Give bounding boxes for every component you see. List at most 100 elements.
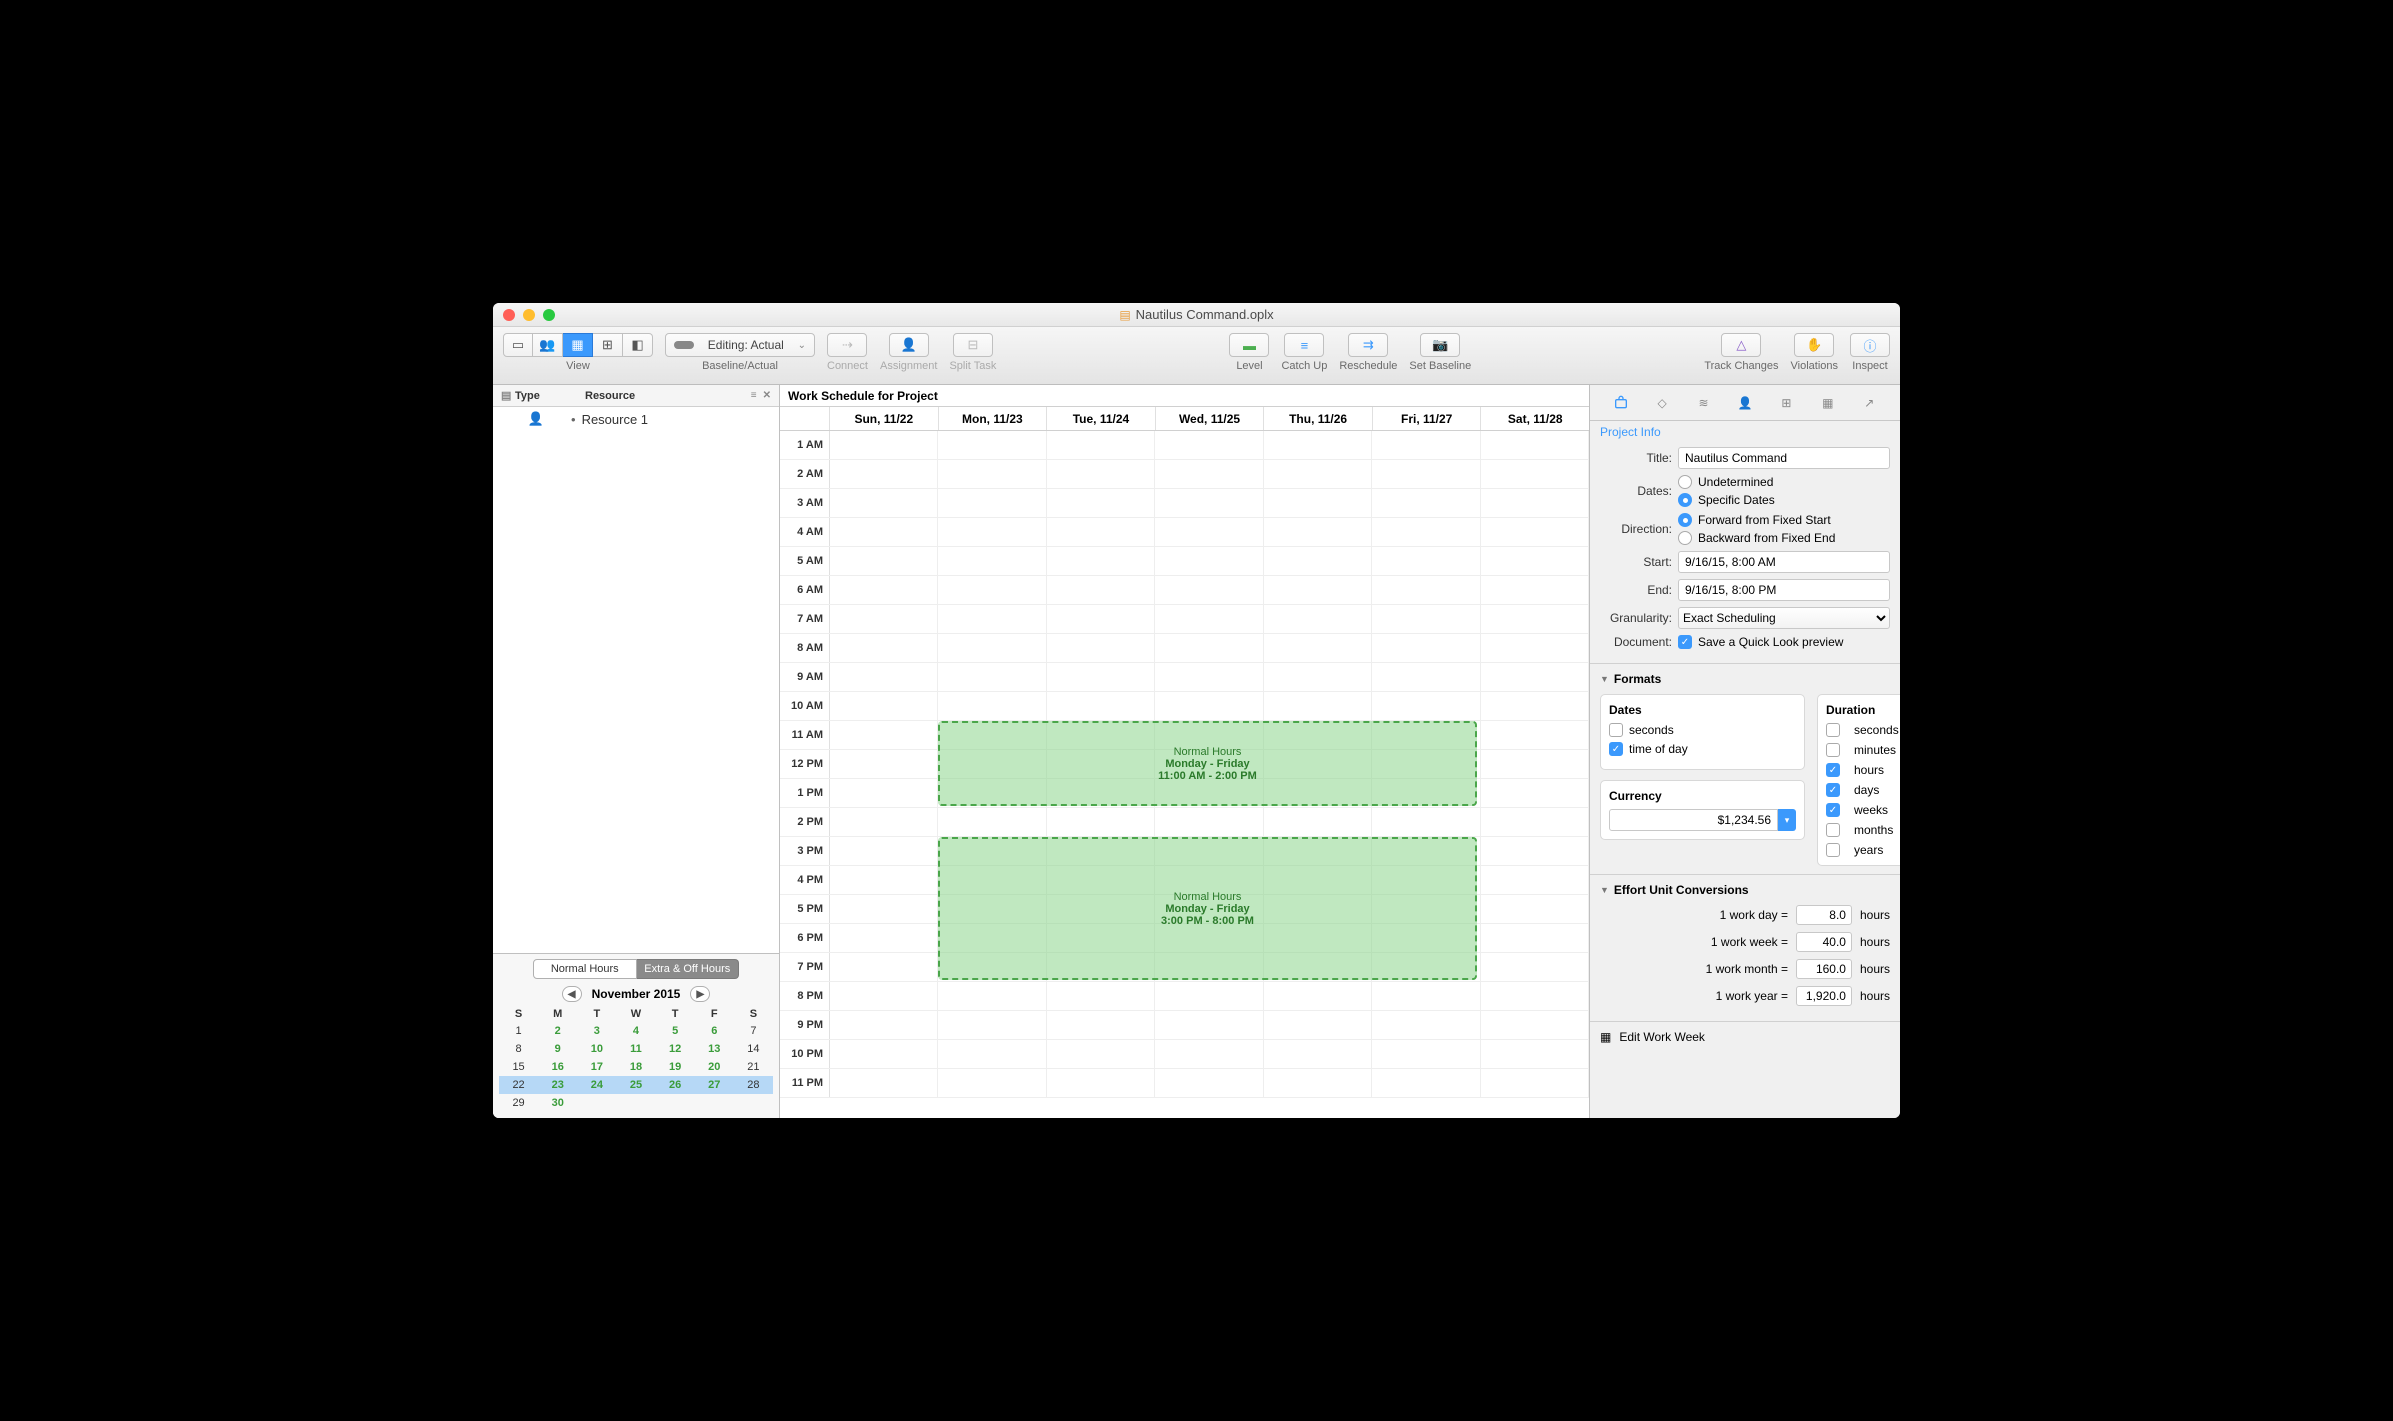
milestones-tab[interactable]: ◇ [1648,391,1676,415]
duration-seconds-checkbox[interactable] [1826,723,1840,737]
catchup-button[interactable]: ≡ [1284,333,1324,357]
calendar-day[interactable]: 3 [577,1022,616,1040]
filter-icon[interactable]: ✕ [763,390,771,401]
disclosure-icon[interactable]: ▼ [1600,885,1609,895]
view-network-button[interactable]: ⊞ [593,333,623,357]
assignment-button[interactable]: 👤 [889,333,929,357]
calendar-day[interactable]: 27 [695,1076,734,1094]
tab-normal-hours[interactable]: Normal Hours [533,959,637,979]
violations-button[interactable]: ✋ [1794,333,1834,357]
quicklook-checkbox[interactable] [1678,635,1692,649]
connect-button[interactable]: ⇢ [827,333,867,357]
calendar-day[interactable]: 6 [695,1022,734,1040]
calendar-day[interactable]: 29 [499,1094,538,1112]
calendar-day[interactable]: 21 [734,1058,773,1076]
duration-years-checkbox[interactable] [1826,843,1840,857]
calendar-day[interactable] [616,1094,655,1112]
calendar-day[interactable]: 15 [499,1058,538,1076]
calendar-day[interactable]: 18 [616,1058,655,1076]
level-button[interactable]: ▬ [1229,333,1269,357]
calendar-day[interactable]: 10 [577,1040,616,1058]
calendar-day[interactable]: 22 [499,1076,538,1094]
columns-tab[interactable]: ▦ [1814,391,1842,415]
calendar-day[interactable]: 1 [499,1022,538,1040]
view-gantt-button[interactable]: ▭ [503,333,533,357]
end-field[interactable] [1678,579,1890,601]
calendar-day[interactable]: 11 [616,1040,655,1058]
duration-months-checkbox[interactable] [1826,823,1840,837]
currency-field[interactable] [1609,809,1778,831]
mini-calendar[interactable]: SMTWTFS123456789101112131415161718192021… [493,1004,779,1118]
duration-weeks-checkbox[interactable] [1826,803,1840,817]
calendar-day[interactable]: 23 [538,1076,577,1094]
radio-undetermined[interactable]: Undetermined [1678,475,1775,489]
resource-tab[interactable]: 👤 [1731,391,1759,415]
schedule-block[interactable]: Normal HoursMonday - Friday11:00 AM - 2:… [938,721,1476,806]
title-field[interactable] [1678,447,1890,469]
calendar-day[interactable]: 26 [656,1076,695,1094]
calendar-day[interactable]: 2 [538,1022,577,1040]
track-changes-label: Track Changes [1704,360,1778,372]
calendar-day[interactable]: 8 [499,1040,538,1058]
calendar-day[interactable]: 24 [577,1076,616,1094]
radio-forward[interactable]: Forward from Fixed Start [1678,513,1835,527]
calendar-day[interactable]: 13 [695,1040,734,1058]
baseline-selector[interactable]: Editing: Actual ⌄ [665,333,815,357]
calendar-day[interactable]: 4 [616,1022,655,1040]
calendar-day[interactable] [656,1094,695,1112]
inspector-tabs: ◇ ≋ 👤 ⊞ ▦ ↗ [1590,385,1900,421]
calendar-day[interactable]: 17 [577,1058,616,1076]
duration-days-checkbox[interactable] [1826,783,1840,797]
calendar-day[interactable]: 14 [734,1040,773,1058]
duration-hours-checkbox[interactable] [1826,763,1840,777]
calendar-day[interactable]: 19 [656,1058,695,1076]
collapse-icon[interactable]: ≡ [751,390,757,401]
seconds-checkbox[interactable] [1609,723,1623,737]
calendar-day[interactable]: 28 [734,1076,773,1094]
hour-grid[interactable]: 1 AM2 AM3 AM4 AM5 AM6 AM7 AM8 AM9 AM10 A… [780,431,1589,1118]
resource-row[interactable]: 👤 • Resource 1 [493,407,779,431]
calendar-day[interactable] [734,1094,773,1112]
calendar-day[interactable] [695,1094,734,1112]
schedule-block[interactable]: Normal HoursMonday - Friday3:00 PM - 8:0… [938,837,1476,980]
view-calendar-button[interactable]: ▦ [563,333,593,357]
start-field[interactable] [1678,551,1890,573]
next-month-button[interactable]: ▶ [690,986,710,1002]
calendar-day[interactable]: 30 [538,1094,577,1112]
calendar-day[interactable]: 5 [656,1022,695,1040]
calendar-day[interactable]: 16 [538,1058,577,1076]
calendar-day[interactable]: 12 [656,1040,695,1058]
conv-input[interactable] [1796,932,1852,952]
radio-backward[interactable]: Backward from Fixed End [1678,531,1835,545]
duration-minutes-checkbox[interactable] [1826,743,1840,757]
resource-header: ▤ Type Resource ≡ ✕ [493,385,779,407]
conv-input[interactable] [1796,905,1852,925]
set-baseline-button[interactable]: 📷 [1420,333,1460,357]
edit-work-week[interactable]: ▦ Edit Work Week [1590,1022,1900,1052]
track-changes-button[interactable]: △ [1721,333,1761,357]
currency-dropdown[interactable]: ▾ [1778,809,1796,831]
conv-input[interactable] [1796,986,1852,1006]
calendar-day[interactable]: 7 [734,1022,773,1040]
calendar-day[interactable]: 20 [695,1058,734,1076]
prev-month-button[interactable]: ◀ [562,986,582,1002]
calendar-day[interactable] [577,1094,616,1112]
granularity-select[interactable]: Exact Scheduling [1678,607,1890,629]
view-resources-button[interactable]: 👥 [533,333,563,357]
task-tab[interactable]: ≋ [1690,391,1718,415]
styles-tab[interactable]: ⊞ [1772,391,1800,415]
calendar-day[interactable]: 9 [538,1040,577,1058]
outline-icon[interactable]: ▤ [501,389,515,402]
calendar-day[interactable]: 25 [616,1076,655,1094]
tab-extra-hours[interactable]: Extra & Off Hours [637,959,740,979]
conv-input[interactable] [1796,959,1852,979]
split-button[interactable]: ⊟ [953,333,993,357]
view-styles-button[interactable]: ◧ [623,333,653,357]
timeofday-checkbox[interactable] [1609,742,1623,756]
disclosure-icon[interactable]: ▼ [1600,674,1609,684]
radio-specific[interactable]: Specific Dates [1678,493,1775,507]
inspect-button[interactable]: ⓘ [1850,333,1890,357]
reschedule-button[interactable]: ⇉ [1348,333,1388,357]
project-info-tab[interactable] [1607,391,1635,415]
export-tab[interactable]: ↗ [1855,391,1883,415]
